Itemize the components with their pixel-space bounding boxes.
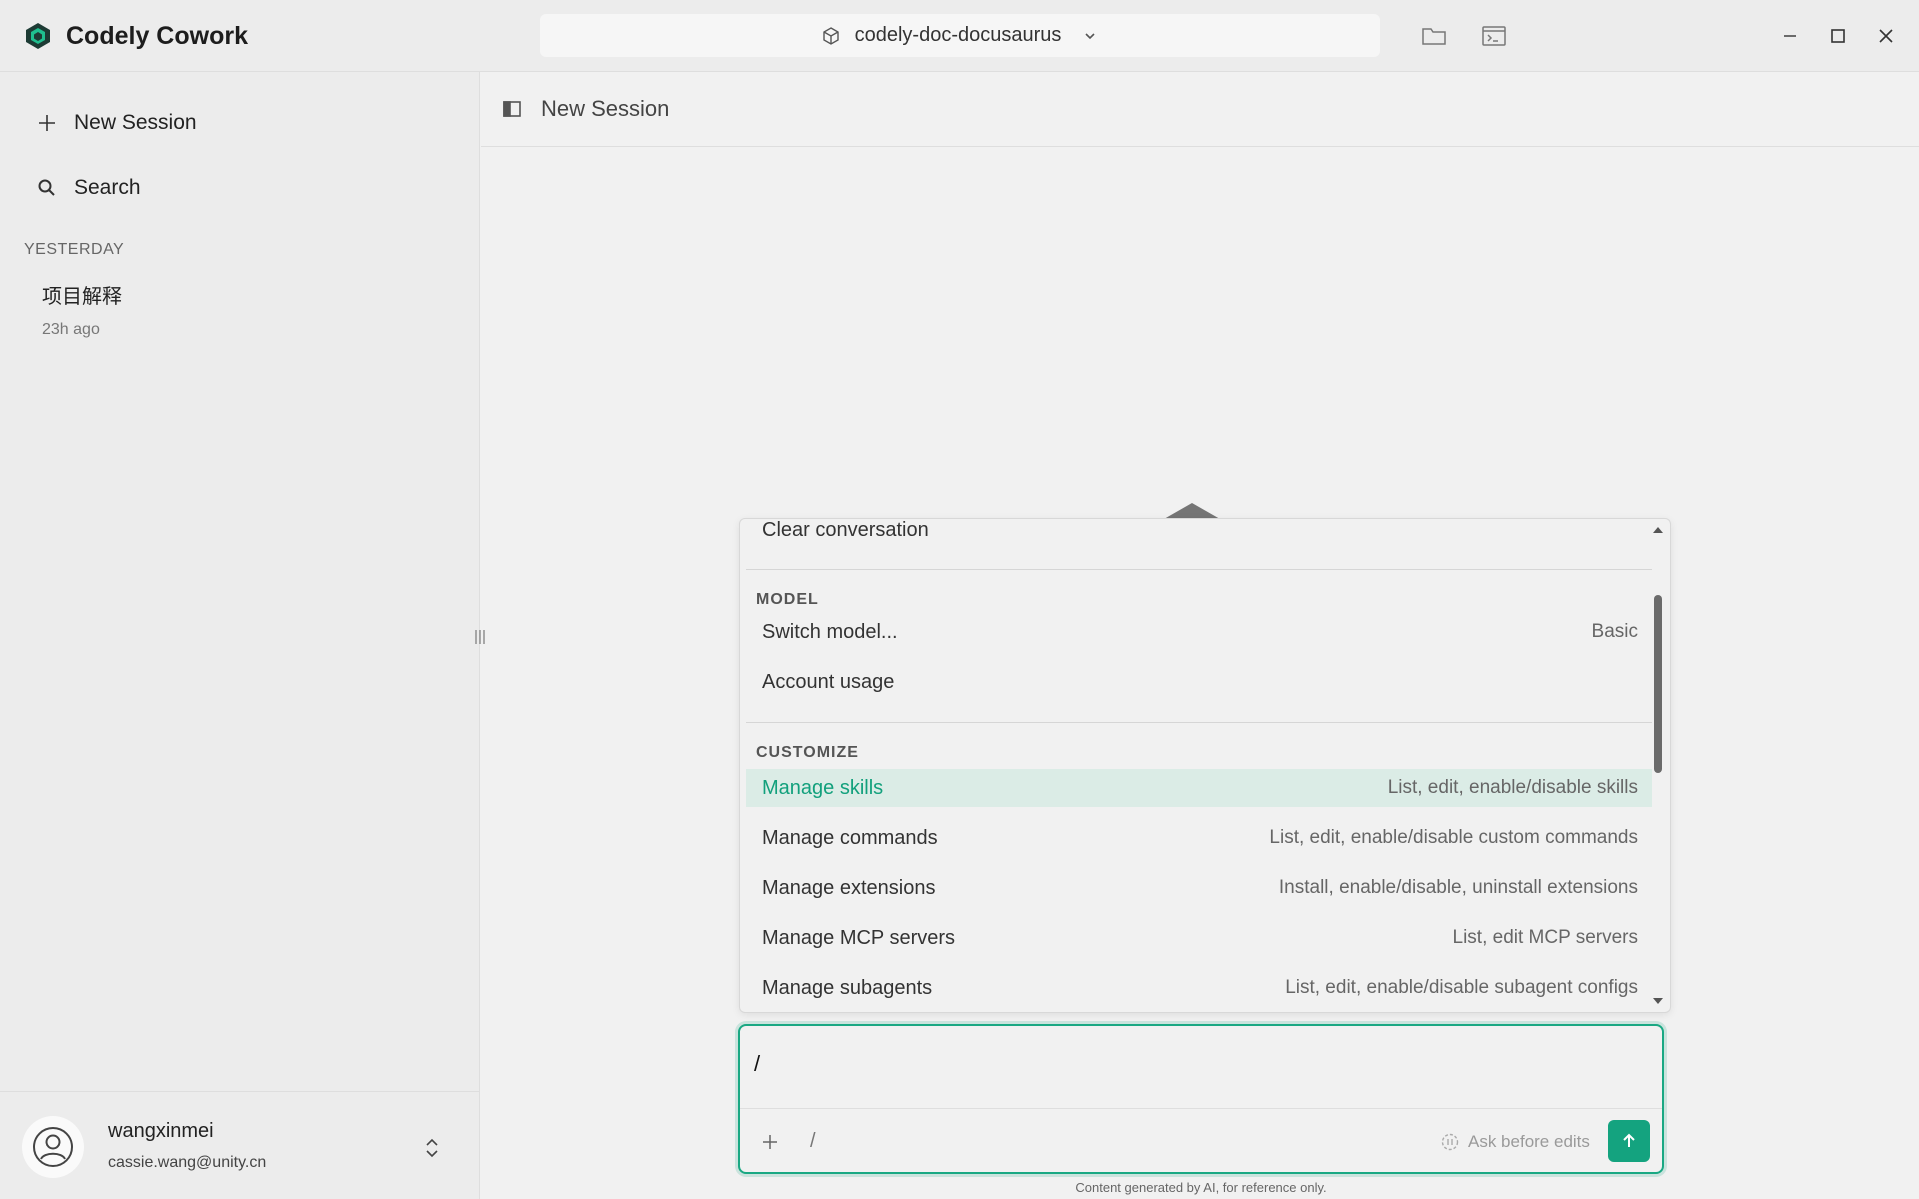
- menu-item-label: Manage MCP servers: [762, 926, 956, 949]
- message-input[interactable]: [754, 1044, 1634, 1084]
- menu-item-manage-extensions[interactable]: Manage extensions Install, enable/disabl…: [746, 869, 1652, 907]
- palette-section-model: MODEL: [756, 591, 819, 608]
- palette-divider: [746, 722, 1652, 723]
- menu-item-manage-mcp-servers[interactable]: Manage MCP servers List, edit MCP server…: [746, 919, 1652, 957]
- permission-mode-icon: [1441, 1133, 1459, 1151]
- main-header: New Session: [481, 72, 1919, 147]
- project-selector[interactable]: codely-doc-docusaurus: [540, 14, 1380, 57]
- minimize-button[interactable]: [1774, 20, 1806, 52]
- menu-item-label: Switch model...: [762, 620, 898, 643]
- plus-icon: [763, 1135, 777, 1149]
- page-title: New Session: [541, 96, 670, 121]
- close-window-button[interactable]: [1870, 20, 1902, 52]
- session-item-title: 项目解释: [42, 284, 122, 308]
- menu-item-desc: Basic: [1591, 621, 1638, 642]
- menu-item-label: Manage subagents: [762, 976, 933, 999]
- session-item-time: 23h ago: [42, 321, 100, 338]
- scrollbar-thumb[interactable]: [1654, 595, 1662, 773]
- open-terminal-button[interactable]: [1480, 22, 1508, 50]
- sidebar-panel-icon: [503, 101, 521, 117]
- chevron-up-down-icon: [426, 1138, 438, 1158]
- menu-item-label: Manage skills: [762, 776, 884, 799]
- title-bar: Codely Cowork codely-doc-docusaurus: [0, 0, 1919, 72]
- search-button[interactable]: Search: [36, 170, 141, 206]
- brand: Codely Cowork: [24, 18, 248, 54]
- menu-item-switch-model[interactable]: Switch model... Basic: [746, 613, 1652, 651]
- user-area: wangxinmei cassie.wang@unity.cn: [0, 1091, 480, 1199]
- terminal-icon: [1482, 26, 1506, 46]
- new-session-button[interactable]: New Session: [36, 105, 197, 141]
- menu-item-desc: Install, enable/disable, uninstall exten…: [1278, 877, 1638, 898]
- search-icon: [38, 179, 55, 196]
- avatar[interactable]: [22, 1116, 84, 1178]
- menu-item-manage-commands[interactable]: Manage commands List, edit, enable/disab…: [746, 819, 1652, 857]
- menu-item-label: Manage commands: [762, 826, 938, 849]
- menu-item-manage-subagents[interactable]: Manage subagents List, edit, enable/disa…: [746, 969, 1652, 1007]
- minimize-icon: [1784, 35, 1796, 37]
- scroll-up-arrow-icon[interactable]: [1653, 527, 1663, 533]
- menu-item-label: Account usage: [762, 670, 895, 693]
- arrow-up-icon: [1623, 1133, 1635, 1147]
- menu-item-label: Manage extensions: [762, 876, 936, 899]
- maximize-button[interactable]: [1822, 20, 1854, 52]
- menu-item-desc: List, edit, enable/disable skills: [1387, 777, 1638, 798]
- slash-command-button[interactable]: /: [810, 1130, 816, 1153]
- command-palette: Clear conversation MODEL Switch model...…: [739, 518, 1671, 1013]
- close-icon: [1879, 29, 1893, 43]
- user-name: wangxinmei: [108, 1120, 214, 1142]
- palette-divider: [746, 569, 1652, 570]
- edit-mode-toggle[interactable]: Ask before edits: [1440, 1130, 1590, 1154]
- edit-mode-label: Ask before edits: [1468, 1132, 1590, 1151]
- palette-section-customize: CUSTOMIZE: [756, 744, 859, 761]
- menu-item-account-usage[interactable]: Account usage: [746, 663, 1652, 701]
- menu-item-label: Clear conversation: [762, 518, 929, 541]
- project-name: codely-doc-docusaurus: [854, 24, 1062, 46]
- drag-handle-icon: [475, 630, 485, 644]
- ai-disclaimer: Content generated by AI, for reference o…: [1075, 1180, 1327, 1195]
- menu-item-desc: List, edit, enable/disable subagent conf…: [1285, 977, 1638, 998]
- send-button[interactable]: [1608, 1120, 1650, 1162]
- maximize-icon: [1831, 29, 1845, 43]
- menu-item-clear-conversation[interactable]: Clear conversation: [746, 518, 1652, 549]
- sidebar-resize-handle[interactable]: [472, 626, 488, 648]
- cube-icon: [822, 26, 839, 45]
- add-attachment-button[interactable]: [758, 1130, 782, 1154]
- app-logo-icon: [26, 23, 50, 49]
- search-label: Search: [74, 176, 141, 199]
- menu-item-desc: List, edit, enable/disable custom comman…: [1269, 827, 1638, 848]
- menu-item-manage-skills[interactable]: Manage skills List, edit, enable/disable…: [746, 769, 1652, 807]
- sidebar: New Session Search YESTERDAY 项目解释 23h ag…: [0, 72, 480, 1199]
- plus-icon: [39, 115, 55, 131]
- user-avatar-icon: [33, 1127, 73, 1167]
- composer-divider: [740, 1108, 1662, 1109]
- account-menu-toggle[interactable]: [420, 1134, 444, 1162]
- open-folder-button[interactable]: [1420, 22, 1448, 50]
- palette-scrollbar[interactable]: [1653, 519, 1668, 1012]
- toggle-sidebar-button[interactable]: [501, 98, 523, 120]
- new-session-label: New Session: [74, 111, 197, 134]
- app-name: Codely Cowork: [66, 21, 248, 50]
- session-group-label: YESTERDAY: [24, 241, 125, 258]
- chevron-down-icon: [1085, 32, 1095, 39]
- scroll-down-arrow-icon[interactable]: [1653, 998, 1663, 1004]
- message-composer: / Ask before edits: [738, 1024, 1664, 1174]
- session-item[interactable]: 项目解释 23h ago: [42, 280, 122, 339]
- palette-caret: [1164, 503, 1220, 519]
- folder-icon: [1422, 28, 1446, 45]
- user-email: cassie.wang@unity.cn: [108, 1154, 267, 1171]
- menu-item-desc: List, edit MCP servers: [1452, 927, 1638, 948]
